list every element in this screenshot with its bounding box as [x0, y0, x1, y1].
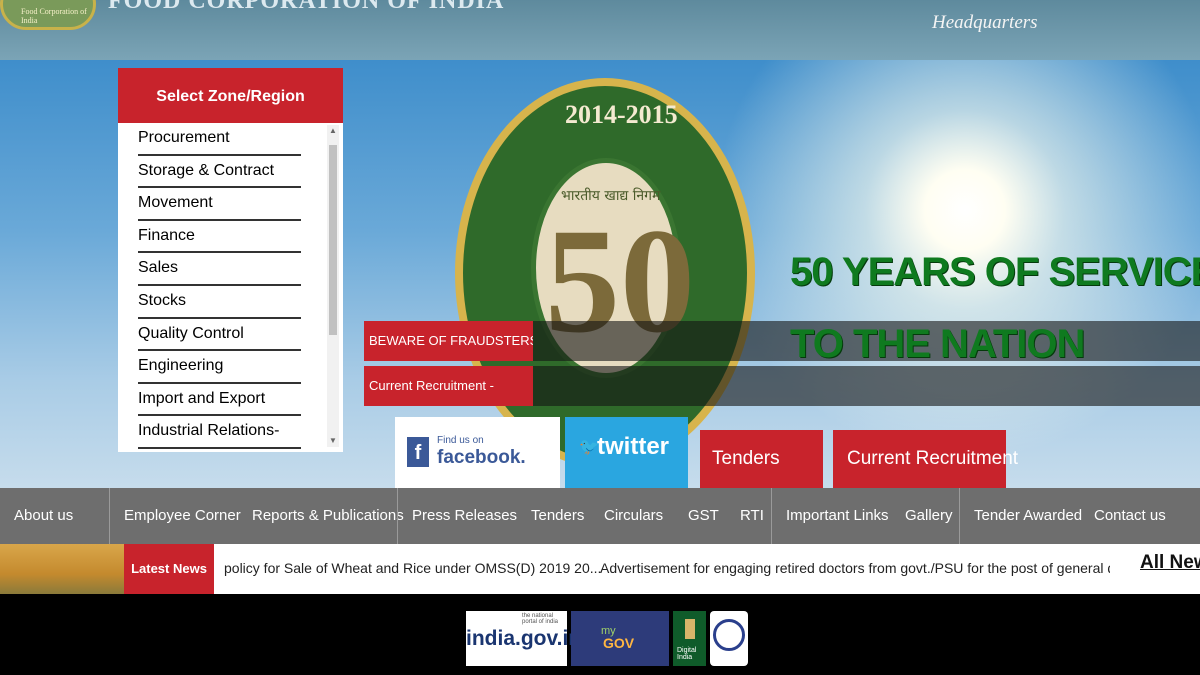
main-navbar: About us Employee Corner Reports & Publi… — [0, 488, 1200, 544]
zone-item-finance[interactable]: Finance — [138, 221, 301, 254]
scroll-down-icon[interactable]: ▼ — [327, 435, 339, 447]
digital-india-logo[interactable]: Digital India — [673, 611, 706, 666]
nav-tenders[interactable]: Tenders — [517, 488, 590, 544]
wheat-field-image — [0, 544, 124, 594]
zone-item-storage[interactable]: Storage & Contract — [138, 156, 301, 189]
logo-text: Food Corporation of India — [21, 7, 87, 25]
zone-region-panel: Select Zone/Region Procurement Storage &… — [118, 68, 343, 452]
zone-item-procurement[interactable]: Procurement — [138, 123, 301, 156]
mygov-gov-text: GOV — [603, 635, 635, 651]
headquarters-label: Headquarters — [932, 12, 1038, 33]
zone-item-sales[interactable]: Sales — [138, 253, 301, 286]
nav-rti[interactable]: RTI — [726, 488, 771, 544]
facebook-icon: f — [407, 437, 429, 467]
alert-row-recruitment: Current Recruitment - — [364, 366, 1200, 406]
zone-item-quality-control[interactable]: Quality Control — [138, 319, 301, 352]
nav-important-links[interactable]: Important Links — [772, 488, 891, 544]
zone-item-engineering[interactable]: Engineering — [138, 351, 301, 384]
india-gov-text: india.gov.in — [466, 627, 582, 650]
gst-seal-logo[interactable] — [710, 611, 748, 666]
zone-item-industrial-relations[interactable]: Industrial Relations- — [138, 416, 301, 449]
nav-contact-us[interactable]: Contact us — [1080, 488, 1176, 544]
seal-ring-icon — [713, 619, 745, 651]
tenders-button[interactable]: Tenders — [700, 430, 823, 488]
india-gov-logo[interactable]: the national portal of india india.gov.i… — [466, 611, 582, 666]
footer: the national portal of india india.gov.i… — [0, 594, 1200, 675]
zone-item-import-export[interactable]: Import and Export — [138, 384, 301, 417]
zone-item-movement[interactable]: Movement — [138, 188, 301, 221]
nav-gallery[interactable]: Gallery — [891, 488, 959, 544]
scroll-up-icon[interactable]: ▲ — [327, 125, 339, 137]
zone-panel-header[interactable]: Select Zone/Region — [118, 68, 343, 123]
twitter-bird-icon: 🐦 — [579, 439, 599, 456]
nav-reports-publications[interactable]: Reports & Publications — [238, 488, 404, 544]
nav-circulars[interactable]: Circulars — [590, 488, 674, 544]
digital-india-text: Digital India — [677, 647, 697, 661]
facebook-button[interactable]: f Find us on facebook. — [395, 417, 560, 488]
mygov-logo[interactable]: my GOV — [571, 611, 669, 666]
twitter-button[interactable]: 🐦 twitter — [565, 417, 688, 488]
news-item[interactable]: Advertisement for engaging retired docto… — [600, 560, 1110, 576]
emblem-year: 2014-2015 — [565, 100, 678, 129]
latest-news-bar: Latest News policy for Sale of Wheat and… — [0, 544, 1200, 594]
nav-tender-awarded[interactable]: Tender Awarded — [960, 488, 1082, 544]
facebook-find-text: Find us on — [437, 435, 484, 446]
site-title: FOOD CORPORATION OF INDIA — [108, 0, 505, 14]
india-gov-tagline: the national portal of india — [522, 613, 559, 625]
facebook-label: facebook. — [437, 447, 526, 468]
nav-press-releases[interactable]: Press Releases — [398, 488, 517, 544]
recruitment-alert-link[interactable]: Current Recruitment - — [364, 366, 533, 406]
tagline-line-1: 50 YEARS OF SERVICE — [790, 250, 1200, 294]
fci-logo[interactable]: Food Corporation of India — [0, 0, 96, 30]
zone-scrollbar[interactable]: ▲ ▼ — [327, 125, 339, 447]
twitter-label: twitter — [597, 433, 669, 460]
zone-item-stocks[interactable]: Stocks — [138, 286, 301, 319]
all-news-link[interactable]: All News — [1140, 552, 1200, 574]
current-recruitment-button[interactable]: Current Recruitment — [833, 430, 1018, 488]
national-emblem-icon — [685, 619, 695, 639]
news-item[interactable]: policy for Sale of Wheat and Rice under … — [224, 560, 601, 576]
zone-list: Procurement Storage & Contract Movement … — [118, 123, 343, 452]
nav-employee-corner[interactable]: Employee Corner — [110, 488, 241, 544]
site-header: Food Corporation of India FOOD CORPORATI… — [0, 0, 1200, 60]
nav-about-us[interactable]: About us — [0, 488, 109, 544]
scroll-thumb[interactable] — [329, 145, 337, 335]
golden-jubilee-emblem: 2014-2015 भारतीय खाद्य निगम 50 — [455, 78, 755, 468]
latest-news-label: Latest News — [124, 544, 214, 594]
fraud-alert-link[interactable]: BEWARE OF FRAUDSTERS — [364, 321, 533, 361]
hero-banner: 2014-2015 भारतीय खाद्य निगम 50 Select Zo… — [0, 60, 1200, 488]
nav-gst[interactable]: GST — [674, 488, 726, 544]
tagline-line-2: TO THE NATION — [790, 322, 1085, 366]
